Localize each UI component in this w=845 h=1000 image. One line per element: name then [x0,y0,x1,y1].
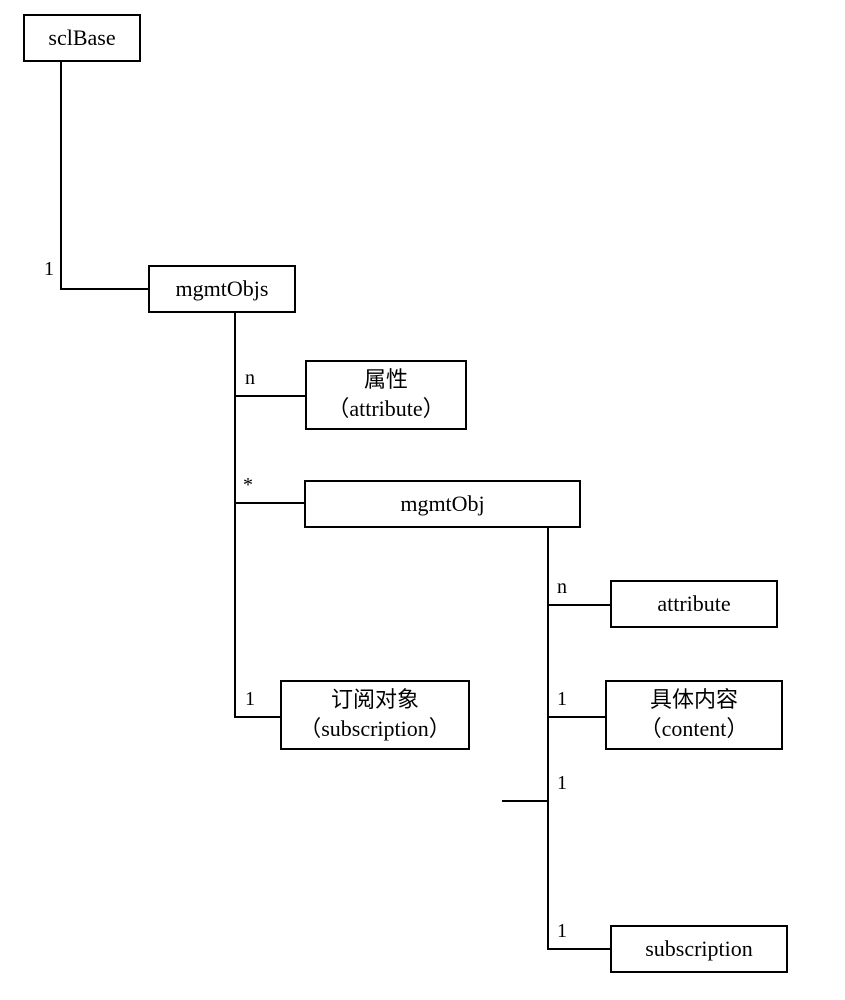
connector-line [547,604,610,606]
node-mgmtObj: mgmtObj [304,480,581,528]
cardinality-1e: 1 [557,920,567,943]
cardinality-star: * [243,474,253,497]
connector-line [234,716,280,718]
connector-line [502,800,549,802]
node-mgmtObjs: mgmtObjs [148,265,296,313]
node-subscription-cn: 订阅对象 （subscription） [280,680,470,750]
cardinality-1b: 1 [245,688,255,711]
connector-line [60,62,62,288]
label-content-cn-1: 具体内容 [650,686,738,715]
label-attribute-cn-1: 属性 [364,366,408,395]
label-subscription-en: subscription [645,935,753,964]
connector-line [547,716,605,718]
connector-line [234,502,304,504]
connector-line [234,395,305,397]
label-subscription-cn-2: （subscription） [299,715,451,744]
node-attribute-en: attribute [610,580,778,628]
node-subscription-en: subscription [610,925,788,973]
label-mgmtObj: mgmtObj [400,490,484,519]
label-sclBase: sclBase [48,24,115,53]
label-subscription-cn-1: 订阅对象 [331,686,419,715]
cardinality-n2: n [557,576,567,599]
cardinality-1c: 1 [557,688,567,711]
label-attribute-en: attribute [657,590,730,619]
connector-line [60,288,148,290]
label-attribute-cn-2: （attribute） [327,395,444,424]
node-attribute-cn: 属性 （attribute） [305,360,467,430]
cardinality-n: n [245,367,255,390]
label-mgmtObjs: mgmtObjs [176,275,269,304]
cardinality-1: 1 [44,258,54,281]
label-content-cn-2: （content） [640,715,749,744]
node-content-cn: 具体内容 （content） [605,680,783,750]
connector-line [547,948,610,950]
cardinality-1d: 1 [557,772,567,795]
connector-line [234,313,236,718]
connector-line [547,528,549,948]
node-sclBase: sclBase [23,14,141,62]
